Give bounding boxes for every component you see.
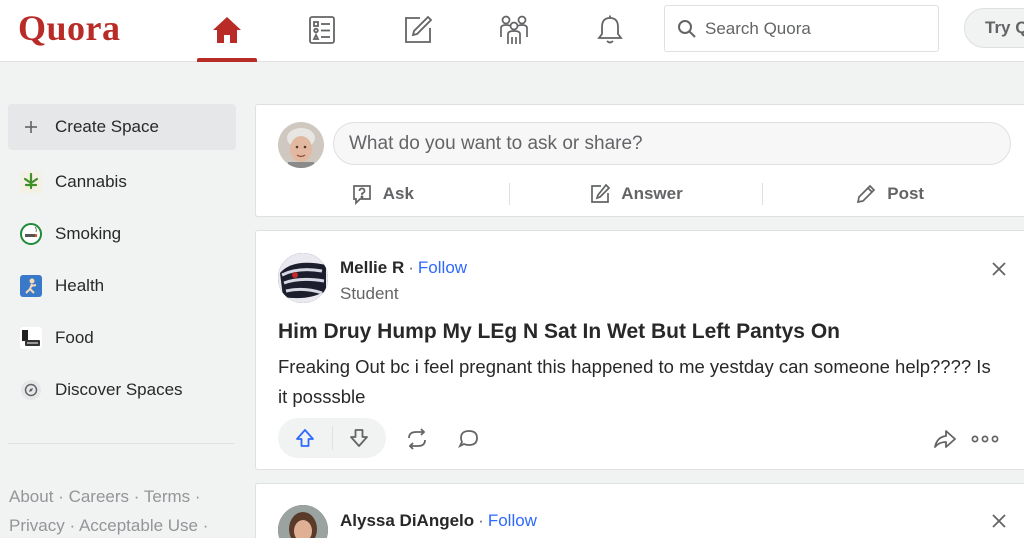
answer-icon — [405, 15, 433, 43]
ask-actions-row: Ask Answer Post — [256, 177, 1016, 211]
share-icon — [934, 430, 956, 448]
author-name[interactable]: Alyssa DiAngelo — [340, 511, 474, 530]
notifications-icon — [597, 15, 623, 44]
ask-button[interactable]: Ask — [256, 177, 509, 211]
sidebar-item-label: Cannabis — [55, 172, 127, 191]
cannabis-space-icon — [20, 171, 42, 193]
reshare-icon — [408, 428, 426, 450]
share-button[interactable] — [932, 427, 958, 451]
post-pencil-icon — [857, 184, 876, 204]
compass-icon — [20, 379, 42, 401]
spaces-icon — [500, 15, 528, 44]
nav-home-button[interactable] — [197, 10, 257, 50]
sidebar-item-label: Food — [55, 328, 94, 347]
vote-controls — [278, 418, 386, 458]
downvote-button[interactable] — [332, 418, 386, 458]
avatar[interactable] — [278, 253, 328, 303]
more-options-button[interactable] — [970, 427, 1000, 451]
footer-sep: · — [69, 516, 76, 535]
plus-icon — [20, 116, 42, 138]
nav-active-indicator — [197, 58, 257, 62]
ask-question-icon — [352, 185, 371, 205]
feed-post-card: Mellie R · Follow Student Him Druy Hump My… — [255, 230, 1024, 470]
post-button[interactable]: Post — [763, 177, 1016, 211]
nav-following-button[interactable] — [292, 10, 352, 50]
search-input[interactable] — [705, 18, 925, 39]
nav-notifications-button[interactable] — [580, 10, 640, 50]
more-icon — [971, 435, 999, 443]
post-author-line: Alyssa DiAngelo · Follow — [340, 511, 537, 531]
sidebar-item-health[interactable]: Health — [8, 260, 236, 312]
footer-sep: · — [202, 516, 209, 535]
following-icon — [309, 16, 335, 44]
sidebar-item-label: Discover Spaces — [55, 380, 183, 399]
sidebar-divider — [8, 443, 234, 444]
footer-privacy-link[interactable]: Privacy — [9, 516, 65, 535]
close-icon — [992, 262, 1006, 276]
downvote-arrow-icon — [350, 429, 369, 447]
dot-separator: · — [408, 258, 414, 277]
quora-logo[interactable]: Quora — [18, 7, 121, 49]
ask-label: Ask — [382, 184, 414, 203]
top-nav-bar: Quora Search Quora Try Q — [0, 0, 1024, 62]
home-icon — [213, 17, 241, 43]
dot-separator: · — [478, 511, 484, 530]
footer-sep: · — [58, 487, 64, 506]
health-space-icon — [20, 275, 42, 297]
upvote-button[interactable] — [278, 418, 332, 458]
dismiss-post-button[interactable] — [988, 258, 1010, 280]
sidebar-item-create-space[interactable]: Create Space — [8, 104, 236, 150]
avatar[interactable] — [278, 505, 328, 538]
author-name[interactable]: Mellie R — [340, 258, 404, 277]
footer-terms-link[interactable]: Terms — [144, 487, 190, 506]
search-icon — [678, 19, 696, 38]
post-label: Post — [887, 184, 925, 203]
food-space-icon — [20, 327, 42, 349]
sidebar-item-food[interactable]: Food — [8, 312, 236, 364]
answer-pencil-icon — [591, 183, 611, 203]
follow-button[interactable]: Follow — [488, 511, 537, 530]
upvote-arrow-icon — [295, 429, 314, 447]
avatar[interactable] — [278, 122, 324, 168]
share-rewrite-button[interactable] — [404, 427, 430, 451]
footer-acceptable-use-link[interactable]: Acceptable Use — [79, 516, 198, 535]
nav-answer-button[interactable] — [388, 10, 448, 50]
comment-button[interactable] — [456, 427, 482, 451]
comment-icon — [457, 430, 478, 449]
spaces-sidebar: Create Space Cannabis Smoking Health Foo… — [8, 104, 236, 416]
sidebar-item-label: Smoking — [55, 224, 122, 243]
sidebar-item-cannabis[interactable]: Cannabis — [8, 156, 236, 208]
search-box[interactable] — [664, 5, 939, 52]
try-quora-plus-button[interactable]: Try Q — [964, 8, 1024, 48]
post-author-line: Mellie R · Follow — [340, 258, 467, 278]
answer-button[interactable]: Answer — [510, 177, 763, 211]
dismiss-post-button[interactable] — [988, 510, 1010, 532]
close-icon — [992, 514, 1006, 528]
answer-label: Answer — [621, 184, 683, 203]
nav-spaces-button[interactable] — [484, 10, 544, 50]
ask-question-input[interactable]: What do you want to ask or share? — [333, 122, 1011, 165]
smoking-space-icon — [20, 223, 42, 245]
sidebar-item-label: Health — [55, 276, 105, 295]
sidebar-item-discover-spaces[interactable]: Discover Spaces — [8, 364, 236, 416]
sidebar-item-smoking[interactable]: Smoking — [8, 208, 236, 260]
footer-links: About · Careers · Terms · Privacy · Acce… — [9, 482, 239, 538]
footer-sep: · — [133, 487, 140, 506]
ask-share-card: What do you want to ask or share? Ask An… — [255, 104, 1024, 217]
footer-sep: · — [194, 487, 201, 506]
feed-post-card: Alyssa DiAngelo · Follow — [255, 483, 1024, 538]
follow-button[interactable]: Follow — [418, 258, 467, 277]
footer-careers-link[interactable]: Careers — [69, 487, 129, 506]
author-credential: Student — [340, 284, 399, 303]
post-body[interactable]: Freaking Out bc i feel pregnant this hap… — [278, 352, 998, 412]
post-title[interactable]: Him Druy Hump My LEg N Sat In Wet But Le… — [278, 320, 1008, 344]
footer-about-link[interactable]: About — [9, 487, 53, 506]
sidebar-item-label: Create Space — [55, 117, 159, 136]
